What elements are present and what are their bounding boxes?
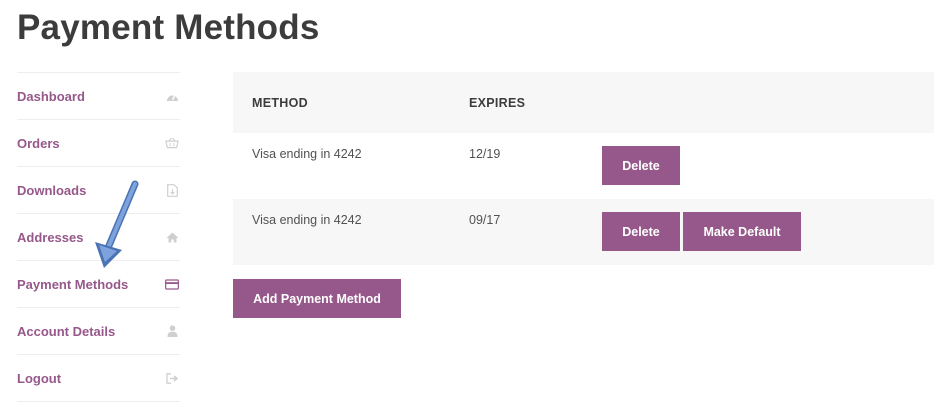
table-row: Visa ending in 4242 12/19 Delete (233, 133, 934, 199)
file-download-icon (165, 183, 179, 197)
sidebar-item-account-details[interactable]: Account Details (17, 308, 180, 355)
sign-out-icon (165, 371, 179, 385)
sidebar-item-label: Orders (17, 135, 60, 151)
delete-button[interactable]: Delete (602, 212, 680, 251)
sidebar-item-label: Downloads (17, 182, 87, 198)
basket-icon (165, 136, 179, 150)
expires-cell: 09/17 (469, 213, 501, 227)
expires-column-header: EXPIRES (469, 95, 526, 110)
add-payment-method-button[interactable]: Add Payment Method (233, 279, 401, 318)
payment-methods-content: METHOD EXPIRES Visa ending in 4242 12/19… (233, 72, 934, 318)
sidebar-item-dashboard[interactable]: Dashboard (17, 73, 180, 120)
table-row: Visa ending in 4242 09/17 Delete Make De… (233, 199, 934, 265)
dashboard-icon (165, 89, 179, 103)
row-actions: Delete Make Default (602, 212, 801, 251)
delete-button[interactable]: Delete (602, 146, 680, 185)
annotation-arrow (95, 180, 139, 268)
sidebar-item-label: Account Details (17, 323, 116, 339)
credit-card-icon (165, 277, 179, 291)
method-column-header: METHOD (252, 95, 308, 110)
sidebar-item-label: Logout (17, 370, 62, 386)
row-actions: Delete (602, 146, 680, 185)
page-title: Payment Methods (17, 8, 320, 47)
sidebar-item-label: Payment Methods (17, 276, 129, 292)
sidebar-item-label: Dashboard (17, 88, 85, 104)
expires-cell: 12/19 (469, 147, 501, 161)
sidebar-item-logout[interactable]: Logout (17, 355, 180, 402)
home-icon (165, 230, 179, 244)
table-header: METHOD EXPIRES (233, 72, 934, 133)
sidebar-item-orders[interactable]: Orders (17, 120, 180, 167)
payment-method-cell: Visa ending in 4242 (252, 213, 362, 227)
payment-method-cell: Visa ending in 4242 (252, 147, 362, 161)
user-icon (165, 324, 179, 338)
sidebar-item-label: Addresses (17, 229, 84, 245)
make-default-button[interactable]: Make Default (683, 212, 801, 251)
